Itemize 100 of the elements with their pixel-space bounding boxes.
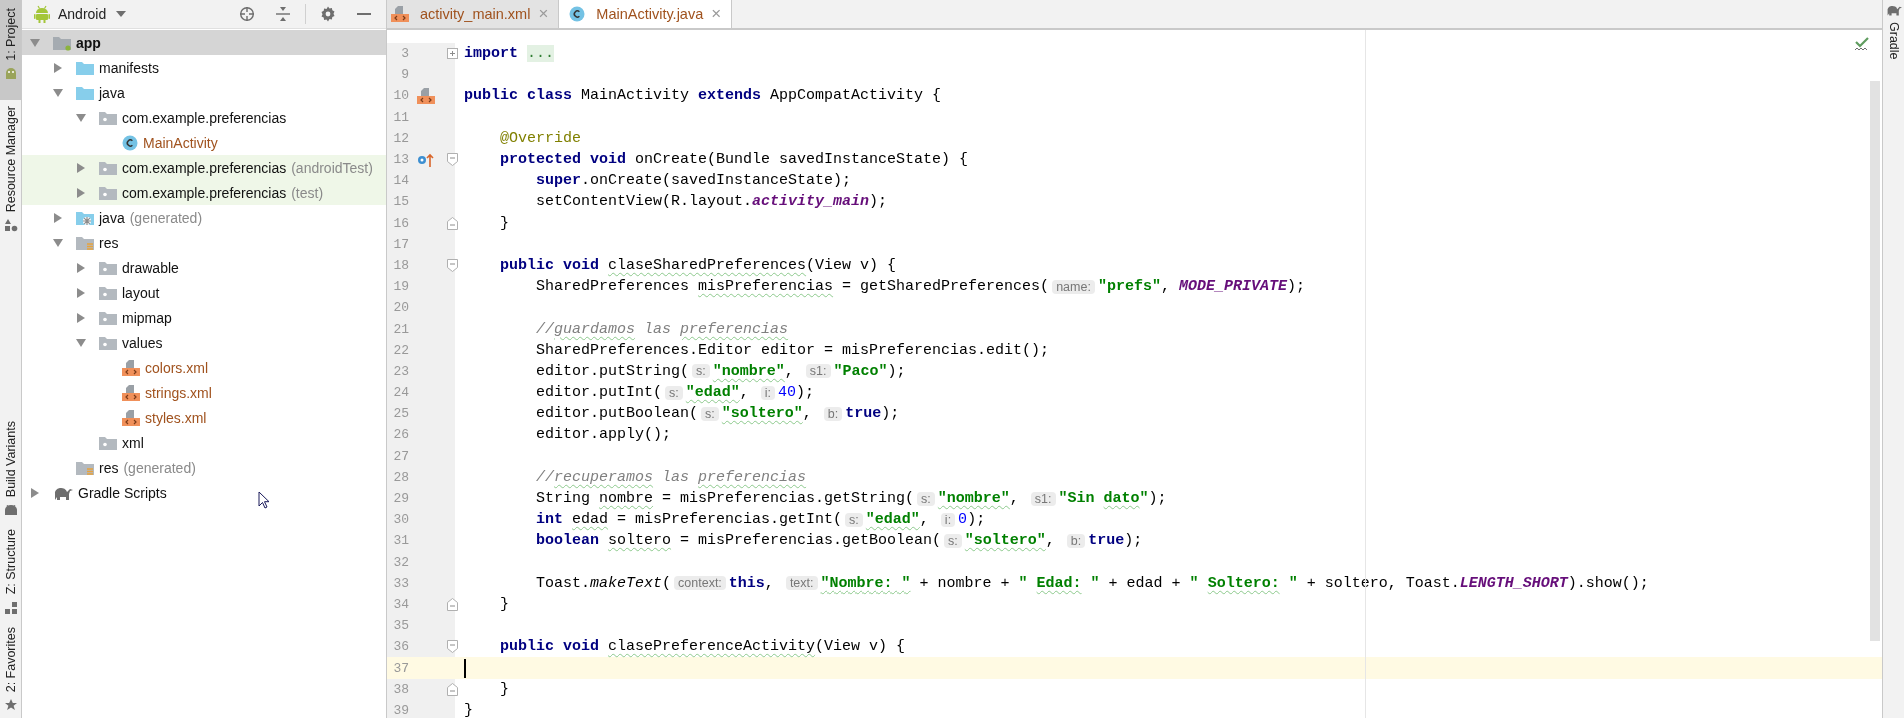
tool-window-tab[interactable]: Gradle [1883, 0, 1904, 100]
tree-item-label: strings.xml [145, 384, 212, 401]
line-number: 34 [392, 596, 409, 612]
code-text: editor.putString( [535, 362, 690, 380]
parameter-hint: b: [1066, 533, 1086, 548]
code-text: , [919, 511, 930, 529]
folder-icon [76, 59, 94, 76]
line-number: 28 [392, 469, 409, 485]
fold-icon[interactable] [447, 640, 458, 654]
folder-icon [99, 259, 117, 276]
override-icon[interactable] [417, 151, 435, 168]
editor-tab[interactable]: activity_main.xml × [387, 0, 560, 28]
collapse-all-icon[interactable] [275, 6, 291, 22]
tree-item[interactable]: java [22, 80, 386, 105]
code-comment: preferencias [698, 468, 807, 486]
parameter-hint: s: [665, 385, 683, 400]
tree-item[interactable]: xml [22, 430, 386, 455]
expand-arrow-icon[interactable] [76, 162, 86, 173]
code-text: nombre [599, 490, 654, 508]
keyword: extends [698, 87, 763, 105]
tree-item[interactable]: com.example.preferencias (test) [22, 180, 386, 205]
expand-arrow-icon[interactable] [30, 487, 40, 498]
tree-item[interactable]: styles.xml [22, 405, 386, 430]
code-text: + soltero, Toast. [1305, 574, 1460, 592]
expand-arrow-icon[interactable] [53, 62, 63, 73]
line-number: 20 [392, 300, 409, 316]
expand-arrow-icon[interactable] [30, 37, 40, 48]
expand-arrow-icon[interactable] [76, 112, 86, 123]
tree-item-label: xml [122, 434, 144, 451]
tree-item[interactable]: com.example.preferencias [22, 105, 386, 130]
expand-fold-icon[interactable] [447, 48, 458, 60]
tree-item[interactable]: colors.xml [22, 355, 386, 380]
tool-window-tab[interactable]: 2: Favorites [0, 620, 21, 718]
string-literal: "edad" [865, 511, 920, 529]
tree-item[interactable]: app [22, 30, 386, 55]
code-text: ); [887, 362, 906, 380]
code-text: clasePreferenceActivity [608, 638, 816, 656]
parameter-hint: s: [917, 491, 935, 506]
code-text: editor.putInt( [535, 384, 663, 402]
code-text: String [535, 490, 592, 508]
tree-item[interactable]: java (generated) [22, 205, 386, 230]
expand-arrow-icon[interactable] [76, 337, 86, 348]
fold-icon[interactable] [447, 216, 458, 230]
caret-icon [116, 11, 127, 17]
expand-arrow-icon[interactable] [76, 312, 86, 323]
tree-item[interactable]: MainActivity [22, 130, 386, 155]
expand-arrow-icon[interactable] [53, 212, 63, 223]
tree-item[interactable]: drawable [22, 255, 386, 280]
tool-window-tab[interactable]: Z: Structure [0, 523, 21, 621]
elephant-icon [1885, 4, 1902, 16]
tree-item[interactable]: res [22, 230, 386, 255]
parameter-hint: s1: [1030, 491, 1056, 506]
xml-file-icon[interactable] [417, 87, 435, 104]
fold-icon[interactable] [447, 258, 458, 272]
tree-item[interactable]: layout [22, 280, 386, 305]
string-literal: " [1018, 574, 1029, 592]
keyword: true [1088, 532, 1125, 550]
string-literal: "Nombre: " [820, 574, 911, 592]
code-text: misPreferencias [698, 278, 834, 296]
parameter-hint: text: [785, 576, 818, 591]
editor-tab[interactable]: MainActivity.java × [559, 0, 733, 28]
fold-icon[interactable] [447, 597, 458, 611]
parameter-hint: s: [944, 533, 962, 548]
fold-icon[interactable] [447, 153, 458, 167]
class-icon [569, 6, 586, 22]
expand-arrow-icon[interactable] [76, 187, 86, 198]
expand-arrow-icon[interactable] [76, 287, 86, 298]
locate-icon[interactable] [239, 6, 255, 22]
code-text: editor.apply(); [535, 426, 672, 444]
tree-item[interactable]: mipmap [22, 305, 386, 330]
tree-item[interactable]: res (generated) [22, 455, 386, 480]
view-dropdown[interactable]: Android [58, 6, 127, 22]
parameter-hint: s: [845, 512, 863, 527]
tool-window-tab[interactable]: 1: Project [0, 0, 21, 100]
expand-arrow-icon[interactable] [76, 262, 86, 273]
line-number: 33 [392, 575, 409, 591]
settings-icon[interactable] [320, 6, 336, 22]
line-number: 23 [392, 363, 409, 379]
tree-item-label: colors.xml [145, 359, 208, 376]
parameter-hint: context: [674, 576, 726, 591]
code-text: + edad + [1107, 574, 1182, 592]
string-literal: Edad: [1036, 574, 1082, 592]
fold-icon[interactable] [447, 682, 458, 696]
scrollbar-thumb[interactable] [1870, 81, 1880, 641]
tool-window-tab[interactable]: Build Variants [0, 415, 21, 524]
folder-icon [99, 109, 117, 126]
expand-arrow-icon[interactable] [53, 87, 63, 98]
tree-item[interactable]: Gradle Scripts [22, 480, 386, 505]
tree-item[interactable]: strings.xml [22, 380, 386, 405]
tree-item[interactable]: manifests [22, 55, 386, 80]
code-text: = misPreferencias.getString( [661, 490, 915, 508]
folder-icon [76, 234, 94, 251]
tool-window-tab[interactable]: Resource Manager [0, 100, 21, 239]
tree-item[interactable]: com.example.preferencias (androidTest) [22, 155, 386, 180]
check-icon[interactable] [1854, 36, 1870, 52]
tree-item-label: layout [122, 284, 160, 301]
expand-arrow-icon[interactable] [53, 237, 63, 248]
tree-item[interactable]: values [22, 330, 386, 355]
line-number: 17 [392, 236, 409, 252]
android-icon [3, 66, 18, 81]
